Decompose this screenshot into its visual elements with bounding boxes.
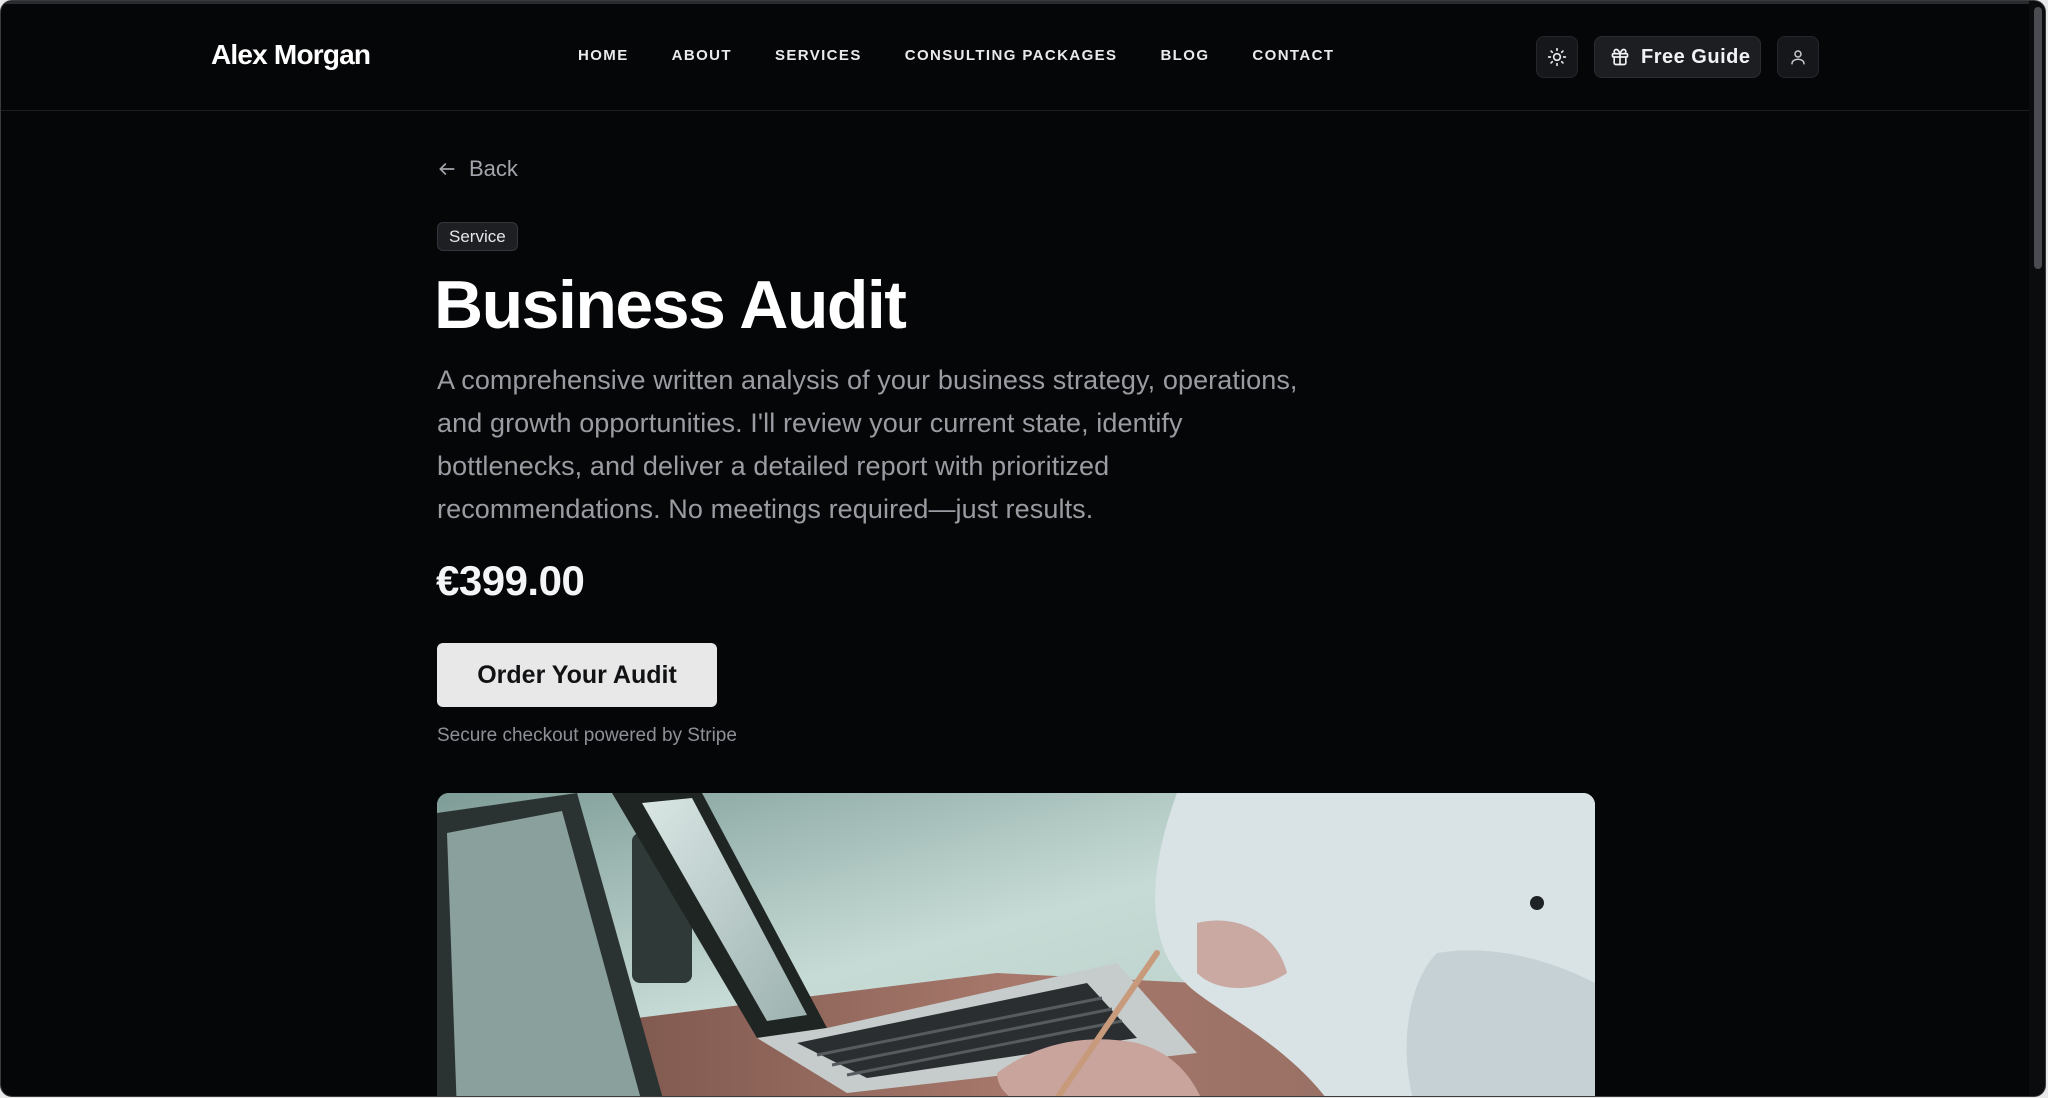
brand-logo[interactable]: Alex Morgan (211, 39, 371, 71)
account-button[interactable] (1777, 36, 1819, 78)
browser-window: Alex Morgan HOME ABOUT SERVICES CONSULTI… (0, 0, 2046, 1097)
gift-icon (1611, 48, 1629, 66)
order-audit-button[interactable]: Order Your Audit (437, 643, 717, 707)
back-label: Back (469, 156, 518, 181)
price: €399.00 (436, 557, 585, 604)
nav-home[interactable]: HOME (578, 47, 629, 64)
hero-illustration (437, 793, 1595, 1096)
theme-toggle-button[interactable] (1536, 36, 1578, 78)
secure-checkout-note: Secure checkout powered by Stripe (437, 725, 737, 746)
scrollbar-thumb[interactable] (2034, 7, 2042, 269)
category-badge: Service (437, 222, 518, 251)
nav-services[interactable]: SERVICES (775, 47, 862, 64)
arrow-left-icon (439, 163, 455, 175)
nav-contact[interactable]: CONTACT (1252, 47, 1334, 64)
nav-consulting-packages[interactable]: CONSULTING PACKAGES (905, 47, 1118, 64)
service-description: A comprehensive written analysis of your… (437, 365, 1298, 524)
back-link[interactable]: Back (437, 156, 518, 182)
site-header: Alex Morgan HOME ABOUT SERVICES CONSULTI… (1, 1, 2031, 111)
sun-icon (1547, 47, 1567, 67)
page-scrollbar[interactable] (2029, 1, 2045, 1096)
free-guide-label: Free Guide (1641, 45, 1751, 68)
hero-image (437, 793, 1595, 1096)
nav-about[interactable]: ABOUT (672, 47, 732, 64)
nav-blog[interactable]: BLOG (1160, 47, 1209, 64)
main-nav: HOME ABOUT SERVICES CONSULTING PACKAGES … (578, 47, 1377, 64)
page-title: Business Audit (434, 267, 907, 343)
user-icon (1791, 50, 1805, 65)
free-guide-button[interactable]: Free Guide (1594, 36, 1761, 78)
